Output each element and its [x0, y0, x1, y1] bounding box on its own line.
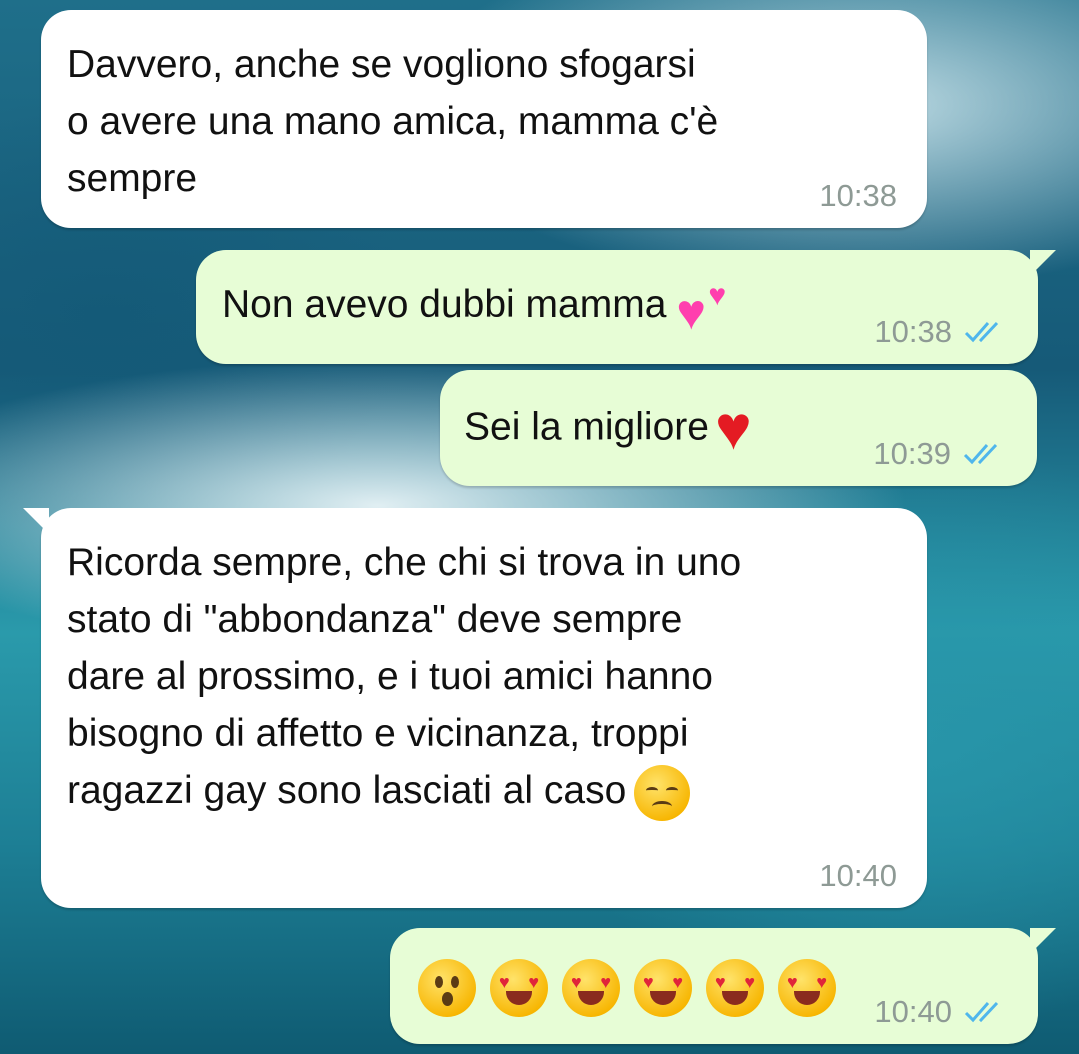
double-check-icon [963, 443, 998, 465]
double-check-icon [964, 321, 999, 343]
message-meta: 10:40 [874, 994, 1008, 1030]
double-check-icon [964, 1001, 999, 1023]
message-text: Ricorda sempre, che chi si trova in uno … [67, 534, 741, 821]
message-time: 10:38 [874, 314, 952, 349]
outgoing-message[interactable]: Non avevo dubbi mamma ♥ ♥ 10:38 [196, 250, 1056, 364]
message-time: 10:39 [873, 436, 951, 471]
heart-eyes-face-icon: ♥ ♥ [490, 958, 548, 1017]
heart-eyes-face-icon: ♥ ♥ [706, 958, 764, 1017]
message-meta: 10:39 [873, 436, 1007, 472]
message-time: 10:40 [819, 858, 897, 893]
message-text: Davvero, anche se vogliono sfogarsi o av… [67, 43, 719, 200]
outgoing-message[interactable]: Sei la migliore♥ 10:39 [440, 370, 1037, 486]
message-text: Sei la migliore♥ [464, 394, 752, 463]
disappointed-face-icon [634, 764, 691, 821]
two-hearts-icon: ♥ ♥ [676, 278, 727, 340]
message-meta: 10:38 [874, 314, 1008, 350]
red-heart-icon: ♥ [714, 394, 752, 463]
hushed-face-icon [418, 958, 476, 1017]
bubble-tail [1030, 928, 1056, 954]
emoji-row: ♥ ♥ ♥ ♥ ♥ ♥ ♥ ♥ ♥ ♥ [418, 957, 850, 1017]
incoming-message[interactable]: Davvero, anche se vogliono sfogarsi o av… [41, 10, 927, 228]
heart-eyes-face-icon: ♥ ♥ [634, 958, 692, 1017]
heart-eyes-face-icon: ♥ ♥ [778, 958, 836, 1017]
message-text: Non avevo dubbi mamma ♥ ♥ [222, 276, 738, 337]
heart-eyes-face-icon: ♥ ♥ [562, 958, 620, 1017]
message-meta: 10:40 [819, 858, 897, 894]
outgoing-message[interactable]: ♥ ♥ ♥ ♥ ♥ ♥ ♥ ♥ ♥ ♥ 10:40 [390, 928, 1056, 1044]
bubble-tail [1030, 250, 1056, 276]
message-time: 10:40 [874, 994, 952, 1029]
message-meta: 10:38 [819, 178, 897, 214]
message-time: 10:38 [819, 178, 897, 213]
incoming-message[interactable]: Ricorda sempre, che chi si trova in uno … [23, 508, 927, 908]
bubble-tail [23, 508, 49, 534]
